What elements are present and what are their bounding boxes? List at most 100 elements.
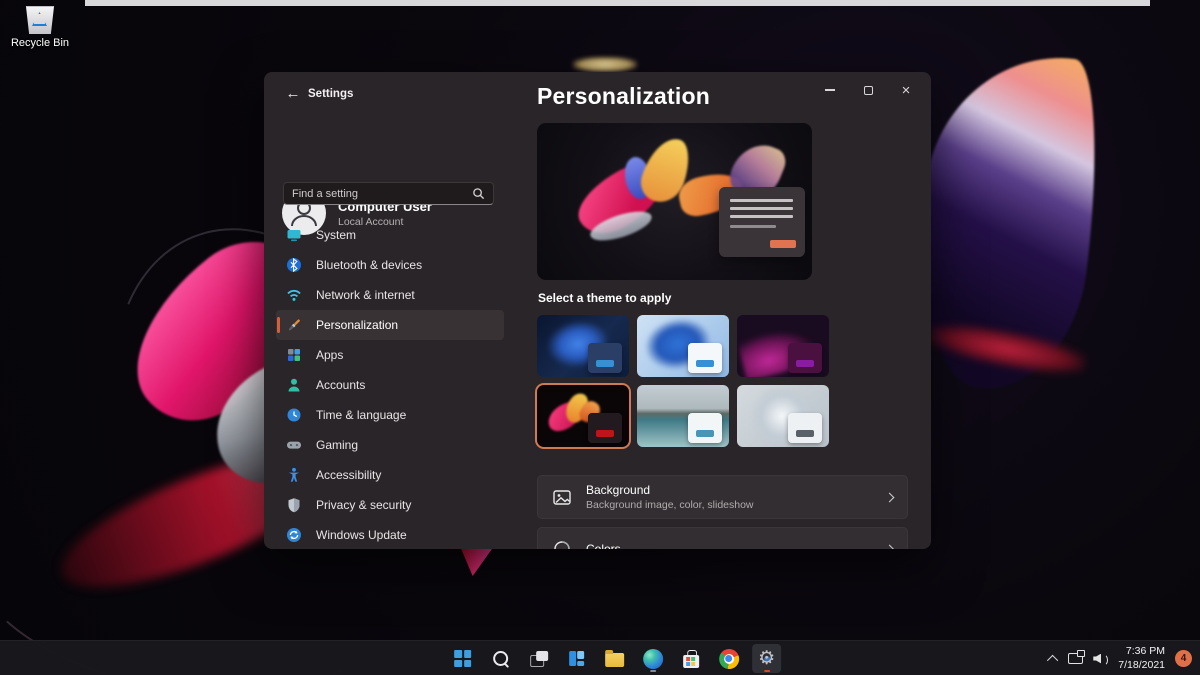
sidebar-item-personalization[interactable]: Personalization xyxy=(276,310,504,340)
accounts-icon xyxy=(286,377,302,393)
sidebar-item-privacy-security[interactable]: Privacy & security xyxy=(276,490,504,520)
network-button[interactable] xyxy=(1068,653,1083,664)
gear-icon: ⚙ xyxy=(756,648,778,670)
edge-button[interactable] xyxy=(638,644,667,673)
minimize-button[interactable] xyxy=(811,76,849,104)
sidebar-item-label: Accessibility xyxy=(316,468,381,482)
time-language-icon xyxy=(286,407,302,423)
notification-badge[interactable]: 4 xyxy=(1175,650,1192,667)
colors-icon xyxy=(552,540,572,549)
sidebar-item-accounts[interactable]: Accounts xyxy=(276,370,504,400)
sidebar-item-gaming[interactable]: Gaming xyxy=(276,430,504,460)
back-button[interactable]: ← xyxy=(283,84,303,104)
sidebar-item-label: Time & language xyxy=(316,408,406,422)
theme-thumbnail-sunrise[interactable] xyxy=(637,385,729,447)
theme-thumbnail-windows-dark[interactable] xyxy=(537,315,629,377)
theme-grid xyxy=(537,315,829,447)
taskbar-search-button[interactable] xyxy=(486,644,515,673)
bluetooth-icon xyxy=(286,257,302,273)
sidebar-item-bluetooth-devices[interactable]: Bluetooth & devices xyxy=(276,250,504,280)
volume-button[interactable] xyxy=(1093,653,1108,665)
sidebar-nav: System Bluetooth & devices Network & int… xyxy=(276,220,504,549)
background-row-subtitle: Background image, color, slideshow xyxy=(586,499,886,511)
theme-thumbnail-flow[interactable] xyxy=(737,385,829,447)
file-explorer-button[interactable] xyxy=(600,644,629,673)
close-button[interactable]: × xyxy=(887,76,925,104)
gaming-icon xyxy=(286,437,302,453)
colors-setting-row[interactable]: Colors xyxy=(537,527,908,549)
theme-preview xyxy=(537,123,812,280)
wallpaper-purple-petal xyxy=(902,43,1112,399)
sidebar-item-label: Windows Update xyxy=(316,528,407,542)
preview-window-mock xyxy=(719,187,805,257)
search-icon xyxy=(492,650,510,668)
start-button[interactable] xyxy=(448,644,477,673)
colors-row-title: Colors xyxy=(586,542,886,549)
sidebar-item-label: Network & internet xyxy=(316,288,415,302)
system-icon xyxy=(286,227,302,243)
minimize-icon xyxy=(825,89,835,91)
maximize-button[interactable] xyxy=(849,76,887,104)
sidebar-item-label: Apps xyxy=(316,348,343,362)
widgets-icon xyxy=(569,651,585,666)
store-icon xyxy=(682,650,700,668)
sidebar-item-system[interactable]: System xyxy=(276,220,504,250)
background-image-icon xyxy=(552,489,572,506)
chrome-icon xyxy=(719,649,739,669)
chrome-button[interactable] xyxy=(714,644,743,673)
volume-icon xyxy=(1093,653,1108,665)
themes-section-label: Select a theme to apply xyxy=(538,291,671,305)
sidebar-item-label: Bluetooth & devices xyxy=(316,258,422,272)
sidebar-item-label: Accounts xyxy=(316,378,365,392)
background-row-title: Background xyxy=(586,483,886,497)
folder-icon xyxy=(605,653,624,667)
recycle-bin-desktop-icon[interactable]: Recycle Bin xyxy=(6,6,74,49)
recycle-bin-label: Recycle Bin xyxy=(6,37,74,49)
chevron-right-icon xyxy=(885,544,895,549)
wallpaper-yellow-glow xyxy=(573,57,637,72)
theme-thumbnail-windows-light[interactable] xyxy=(637,315,729,377)
task-view-icon xyxy=(530,651,548,667)
network-icon xyxy=(1068,653,1083,664)
personalization-icon xyxy=(286,317,302,333)
sidebar-item-network-internet[interactable]: Network & internet xyxy=(276,280,504,310)
recycle-bin-icon xyxy=(24,6,56,34)
sidebar-item-windows-update[interactable]: Windows Update xyxy=(276,520,504,549)
tray-time: 7:36 PM xyxy=(1118,645,1165,659)
search-input[interactable] xyxy=(284,188,472,200)
background-setting-row[interactable]: Background Background image, color, slid… xyxy=(537,475,908,519)
windows-logo-icon xyxy=(454,650,471,667)
chevron-up-icon xyxy=(1047,654,1058,665)
preview-accent-button xyxy=(770,240,796,248)
accessibility-icon xyxy=(286,467,302,483)
sidebar-item-apps[interactable]: Apps xyxy=(276,340,504,370)
window-title: Settings xyxy=(308,88,353,100)
wallpaper-red-rim xyxy=(926,317,1088,381)
sidebar-item-label: System xyxy=(316,228,356,242)
theme-thumbnail-captured-motion-selected[interactable] xyxy=(537,385,629,447)
store-button[interactable] xyxy=(676,644,705,673)
sidebar-item-label: Privacy & security xyxy=(316,498,411,512)
running-indicator xyxy=(650,670,656,673)
task-view-button[interactable] xyxy=(524,644,553,673)
active-indicator xyxy=(764,670,770,673)
privacy-icon xyxy=(286,497,302,513)
top-strip xyxy=(85,0,1150,6)
page-title: Personalization xyxy=(537,83,710,110)
sidebar-item-accessibility[interactable]: Accessibility xyxy=(276,460,504,490)
sidebar-item-label: Personalization xyxy=(316,318,398,332)
sidebar-item-time-language[interactable]: Time & language xyxy=(276,400,504,430)
system-tray: 7:36 PM 7/18/2021 4 xyxy=(1050,641,1192,675)
search-box xyxy=(283,182,494,205)
clock[interactable]: 7:36 PM 7/18/2021 xyxy=(1118,645,1165,672)
apps-icon xyxy=(286,347,302,363)
tray-overflow-button[interactable] xyxy=(1050,655,1058,663)
theme-thumbnail-glow[interactable] xyxy=(737,315,829,377)
settings-button[interactable]: ⚙ xyxy=(752,644,781,673)
network-icon xyxy=(286,287,302,303)
settings-window: ← Settings × Computer User Local Account xyxy=(264,72,931,549)
chevron-right-icon xyxy=(885,492,895,502)
maximize-icon xyxy=(864,86,873,95)
sidebar-item-label: Gaming xyxy=(316,438,358,452)
widgets-button[interactable] xyxy=(562,644,591,673)
